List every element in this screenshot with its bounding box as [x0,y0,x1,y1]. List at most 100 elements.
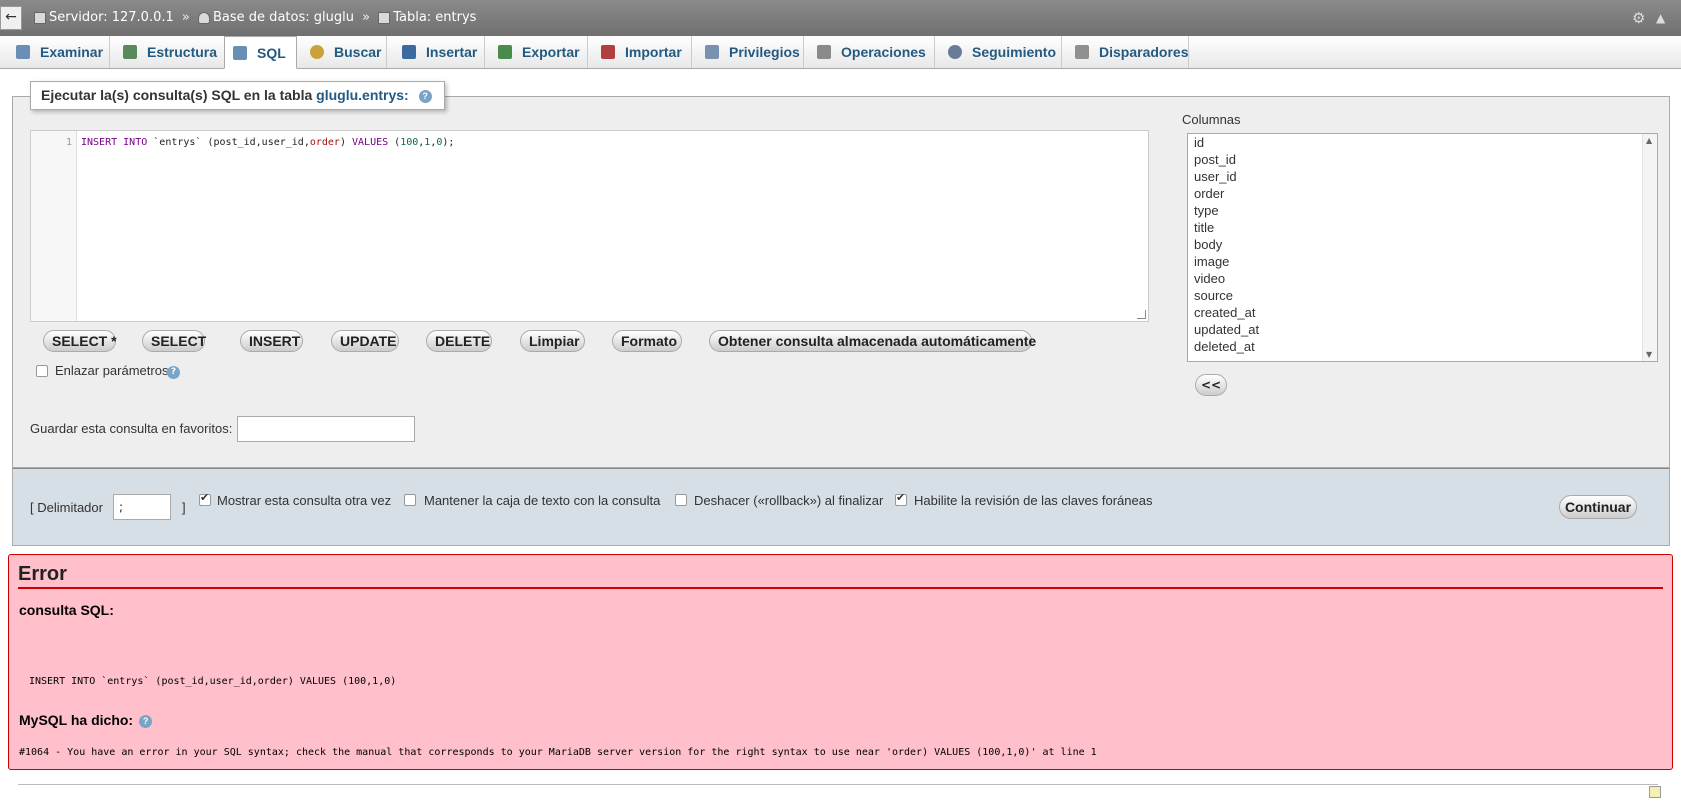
column-item[interactable]: created_at [1188,304,1657,321]
format-button[interactable]: Formato [612,330,682,352]
triggers-icon [1075,45,1089,59]
tab-label: Disparadores [1099,44,1189,60]
tab-buscar[interactable]: Buscar [302,36,387,68]
tab-label: Exportar [522,44,580,60]
tab-estructura[interactable]: Estructura [115,36,225,68]
column-item[interactable]: title [1188,219,1657,236]
column-item[interactable]: updated_at [1188,321,1657,338]
favorites-label: Guardar esta consulta en favoritos: [30,421,233,436]
column-item[interactable]: id [1188,134,1657,151]
tab-label: Seguimiento [972,44,1057,60]
autosaved-query-button[interactable]: Obtener consulta almacenada automáticame… [709,330,1036,352]
back-button[interactable]: ← [0,6,22,30]
insert-icon [402,45,416,59]
update-button[interactable]: UPDATE [331,330,399,352]
tab-disparadores[interactable]: Disparadores [1067,36,1189,68]
tracking-icon [948,45,962,59]
show-query-again-label[interactable]: Mostrar esta consulta otra vez [217,493,391,508]
bind-params-checkbox[interactable] [36,365,48,377]
breadcrumb-table[interactable]: Tabla: entrys [393,10,476,25]
console-icon[interactable] [1649,786,1661,798]
tab-importar[interactable]: Importar [593,36,692,68]
delimiter-label: [ Delimitador [30,500,103,515]
delimiter-input[interactable]: ; [113,494,171,520]
breadcrumb-database[interactable]: Base de datos: gluglu [213,10,354,25]
collapse-icon[interactable]: ▲ [1656,10,1672,26]
code-token: INTO [123,137,148,148]
browse-icon [16,45,30,59]
continue-button[interactable]: Continuar [1559,495,1637,519]
code-token: `entrys` [153,137,202,148]
column-item[interactable]: user_id [1188,168,1657,185]
show-query-again-checkbox[interactable] [199,491,211,506]
tab-bar: Examinar Estructura SQL Buscar Insertar … [0,36,1681,69]
tab-operaciones[interactable]: Operaciones [809,36,935,68]
column-item[interactable]: video [1188,270,1657,287]
tab-label: Examinar [40,44,104,60]
rollback-label[interactable]: Deshacer («rollback») al finalizar [694,493,883,508]
code-token: order [309,137,340,148]
search-icon [310,45,324,59]
tab-label: Importar [625,44,682,60]
columns-listbox[interactable]: id post_id user_id order type title body image v… [1187,133,1658,362]
code-token: 100 [400,137,419,148]
breadcrumb-server[interactable]: Servidor: 127.0.0.1 [49,10,174,25]
sql-code[interactable]: INSERT INTO `entrys` (post_id,user_id,or… [81,137,454,148]
column-item[interactable]: order [1188,185,1657,202]
select-star-button[interactable]: SELECT * [43,330,117,352]
privileges-icon [705,45,719,59]
tab-seguimiento[interactable]: Seguimiento [940,36,1062,68]
resize-handle[interactable] [1137,310,1146,319]
insert-column-button[interactable]: << [1195,374,1227,396]
clear-button[interactable]: Limpiar [520,330,585,352]
tab-label: Operaciones [841,44,926,60]
mysql-said-text: MySQL ha dicho: [19,712,134,728]
tab-label: Privilegios [729,44,800,60]
help-icon[interactable]: ? [167,366,180,379]
retain-textbox-checkbox[interactable] [404,494,416,506]
tab-privilegios[interactable]: Privilegios [697,36,804,68]
fk-checks-label[interactable]: Habilite la revisión de las claves forán… [914,493,1152,508]
help-icon[interactable]: ? [418,89,432,103]
legend-table-link[interactable]: gluglu.entrys: [316,87,409,103]
divider [18,784,1658,785]
fk-checks-checkbox[interactable] [895,491,907,506]
sql-editor[interactable]: 1 INSERT INTO `entrys` (post_id,user_id,… [30,130,1149,322]
line-gutter: 1 [31,131,77,321]
tab-exportar[interactable]: Exportar [490,36,588,68]
column-item[interactable]: source [1188,287,1657,304]
columns-items: id post_id user_id order type title body image v… [1188,134,1657,355]
gear-icon[interactable]: ⚙ [1632,10,1648,26]
column-item[interactable]: type [1188,202,1657,219]
server-icon [34,11,46,24]
insert-button[interactable]: INSERT [240,330,303,352]
breadcrumb-separator: » [362,10,371,25]
scrollbar[interactable]: ▲ ▼ [1642,134,1657,361]
tab-sql[interactable]: SQL [224,36,297,69]
scroll-up-icon[interactable]: ▲ [1646,136,1652,145]
tab-label: Buscar [334,44,382,60]
bind-params-label[interactable]: Enlazar parámetros [55,363,168,378]
tab-label: Estructura [147,44,218,60]
panel-legend: Ejecutar la(s) consulta(s) SQL en la tab… [30,81,445,110]
export-icon [498,45,512,59]
favorites-name-input[interactable] [237,416,415,442]
code-token: (post_id,user_id, [207,137,310,148]
tab-label: SQL [257,45,286,61]
operations-icon [817,45,831,59]
structure-icon [123,45,137,59]
column-item[interactable]: image [1188,253,1657,270]
code-token: INSERT [81,137,118,148]
tab-examinar[interactable]: Examinar [8,36,110,68]
select-button[interactable]: SELECT [142,330,206,352]
scroll-down-icon[interactable]: ▼ [1646,350,1652,359]
column-item[interactable]: deleted_at [1188,338,1657,355]
help-icon[interactable]: ? [139,714,153,728]
retain-textbox-label[interactable]: Mantener la caja de texto con la consult… [424,493,660,508]
rollback-checkbox[interactable] [675,494,687,506]
column-item[interactable]: body [1188,236,1657,253]
columns-label: Columnas [1182,112,1241,127]
column-item[interactable]: post_id [1188,151,1657,168]
tab-insertar[interactable]: Insertar [394,36,485,68]
delete-button[interactable]: DELETE [426,330,492,352]
